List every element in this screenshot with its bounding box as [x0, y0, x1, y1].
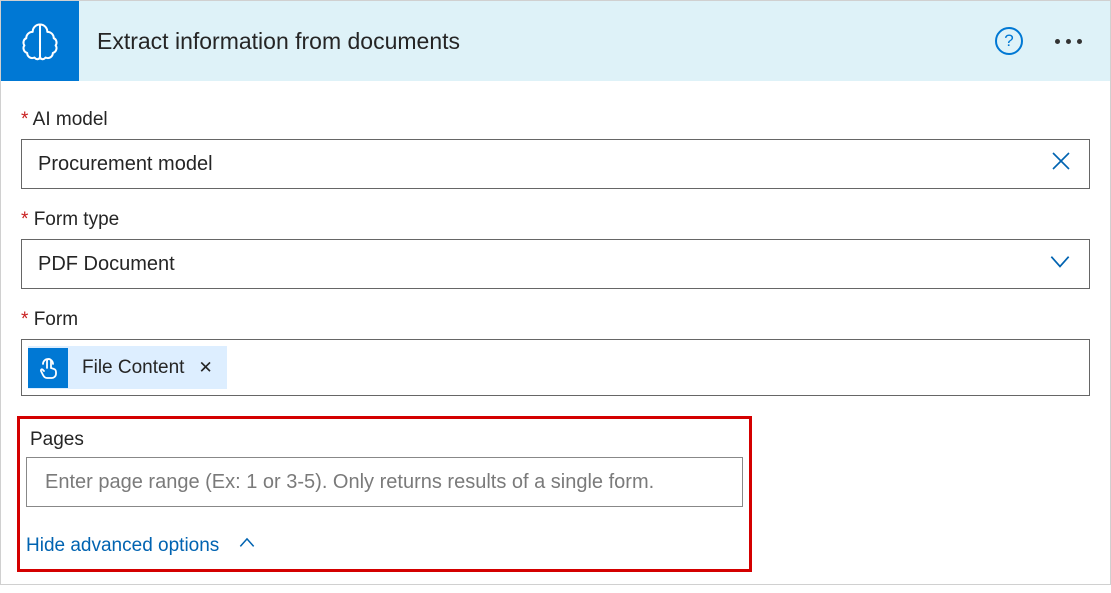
ai-model-field: * AI model Procurement model: [21, 109, 1090, 189]
form-type-field: * Form type PDF Document: [21, 209, 1090, 289]
token-remove-icon[interactable]: ✕: [194, 358, 216, 378]
action-body: * AI model Procurement model * Form type…: [1, 81, 1110, 584]
touch-icon: [36, 356, 60, 380]
action-header: Extract information from documents ?: [1, 1, 1110, 81]
action-title: Extract information from documents: [97, 28, 995, 55]
help-icon[interactable]: ?: [995, 27, 1023, 55]
pages-field: Pages: [26, 429, 743, 507]
clear-icon[interactable]: [1049, 149, 1073, 179]
highlighted-region: Pages Hide advanced options: [17, 416, 752, 572]
chevron-down-icon[interactable]: [1047, 248, 1073, 280]
hide-advanced-link[interactable]: Hide advanced options: [26, 533, 257, 559]
form-type-label: * Form type: [21, 209, 1090, 231]
ai-model-input[interactable]: Procurement model: [21, 139, 1090, 189]
chevron-up-icon: [237, 533, 257, 559]
token-icon-box: [28, 348, 68, 388]
brain-icon: [18, 19, 62, 63]
pages-label: Pages: [26, 429, 743, 451]
pages-input[interactable]: [26, 457, 743, 507]
more-menu-icon[interactable]: [1047, 31, 1090, 52]
form-label: * Form: [21, 309, 1090, 331]
hide-advanced-label: Hide advanced options: [26, 535, 219, 557]
form-token-input[interactable]: File Content ✕: [21, 339, 1090, 396]
form-type-value: PDF Document: [38, 253, 1047, 276]
ai-model-label: * AI model: [21, 109, 1090, 131]
ai-model-value: Procurement model: [38, 153, 1049, 176]
token-label: File Content: [82, 357, 184, 379]
action-card: Extract information from documents ? * A…: [0, 0, 1111, 585]
action-icon-box: [1, 1, 79, 81]
file-content-token[interactable]: File Content ✕: [28, 346, 227, 389]
form-field: * Form File Content ✕: [21, 309, 1090, 396]
form-type-select[interactable]: PDF Document: [21, 239, 1090, 289]
